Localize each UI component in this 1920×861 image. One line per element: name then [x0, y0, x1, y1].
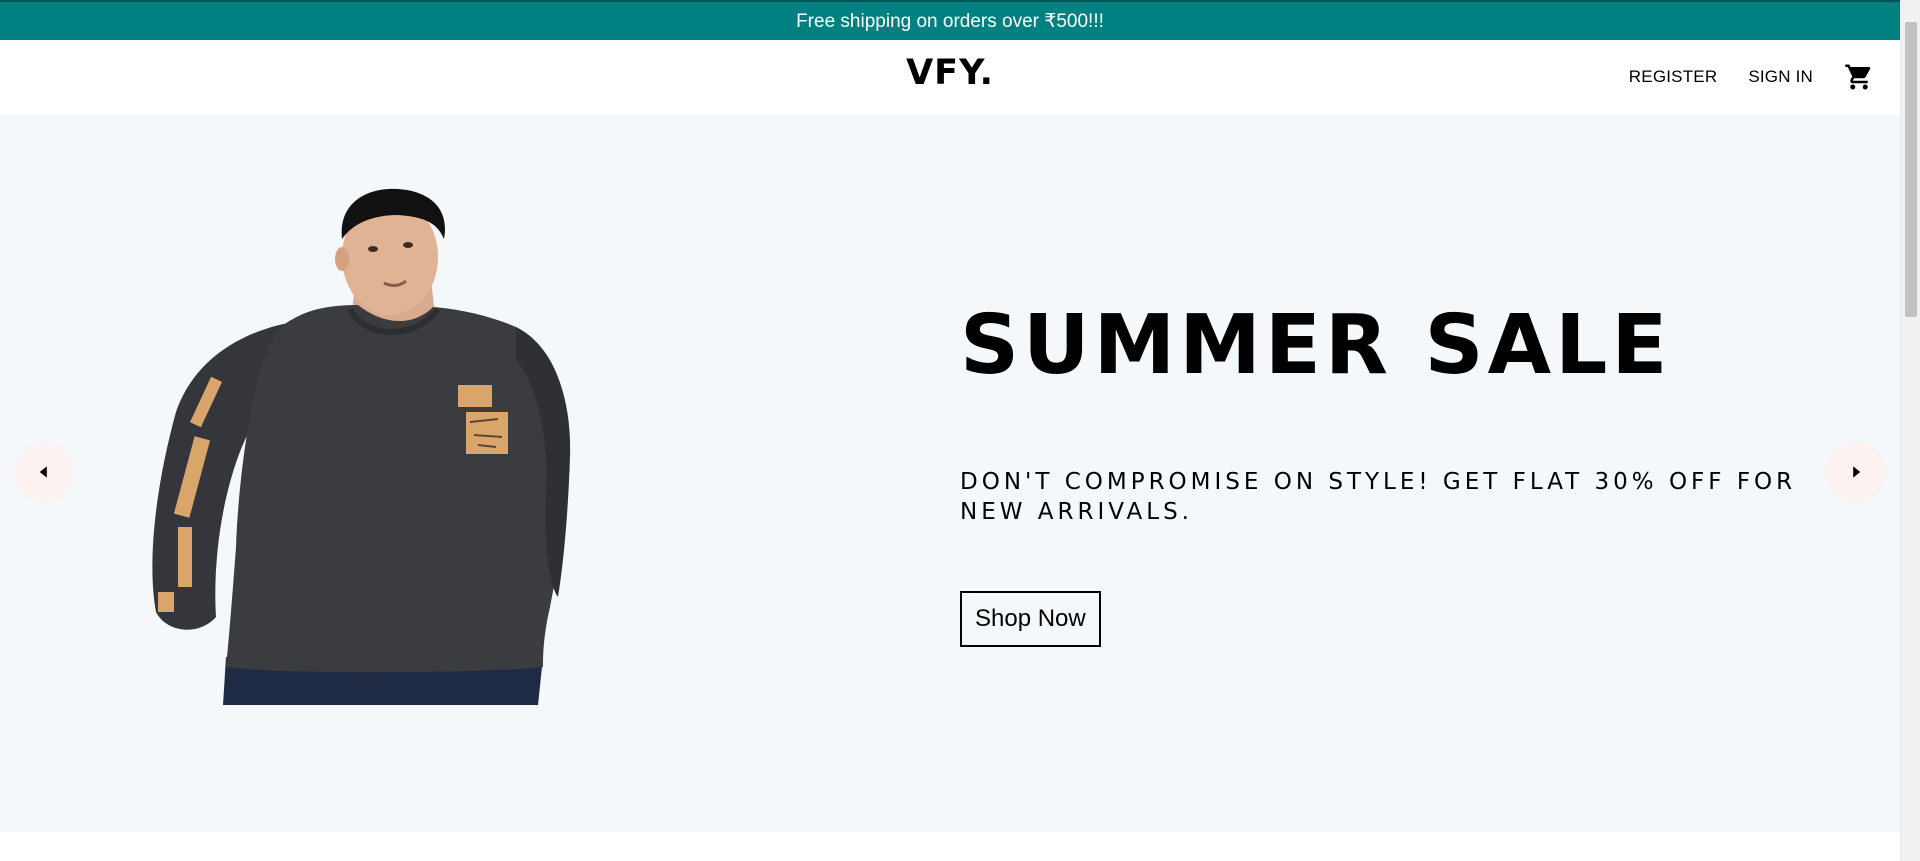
page-scrollbar[interactable] — [1900, 0, 1920, 861]
arrow-left-icon — [39, 466, 47, 478]
hero-title: SUMMER SALE — [960, 298, 1672, 393]
logo: VFY. — [0, 53, 1900, 93]
shopping-cart-icon[interactable] — [1844, 62, 1874, 92]
shop-now-button[interactable]: Shop Now — [960, 591, 1101, 647]
hero-model-image — [152, 188, 571, 705]
hero-info: SUMMER SALE DON'T COMPROMISE ON STYLE! G… — [960, 305, 1850, 647]
hero-description: DON'T COMPROMISE ON STYLE! GET FLAT 30% … — [960, 469, 1797, 525]
arrow-right-icon — [1853, 466, 1861, 478]
pocket-print — [458, 385, 492, 407]
slider-prev-button[interactable] — [14, 442, 74, 502]
slider-next-button[interactable] — [1826, 442, 1886, 502]
scrollbar-thumb[interactable] — [1905, 22, 1917, 317]
hero-slider: SUMMER SALE DON'T COMPROMISE ON STYLE! G… — [0, 115, 1900, 832]
logo-text[interactable]: VFY. — [906, 53, 994, 93]
announcement-text: Free shipping on orders over ₹500!!! — [796, 10, 1104, 32]
announcement-bar: Free shipping on orders over ₹500!!! — [0, 0, 1900, 40]
shirt-body — [226, 305, 568, 673]
page: Free shipping on orders over ₹500!!! VFY… — [0, 0, 1900, 861]
register-link[interactable]: REGISTER — [1629, 67, 1718, 87]
navbar: VFY. REGISTER SIGN IN — [0, 40, 1900, 115]
nav-links: REGISTER SIGN IN — [1629, 62, 1874, 92]
sign-in-link[interactable]: SIGN IN — [1748, 67, 1813, 87]
